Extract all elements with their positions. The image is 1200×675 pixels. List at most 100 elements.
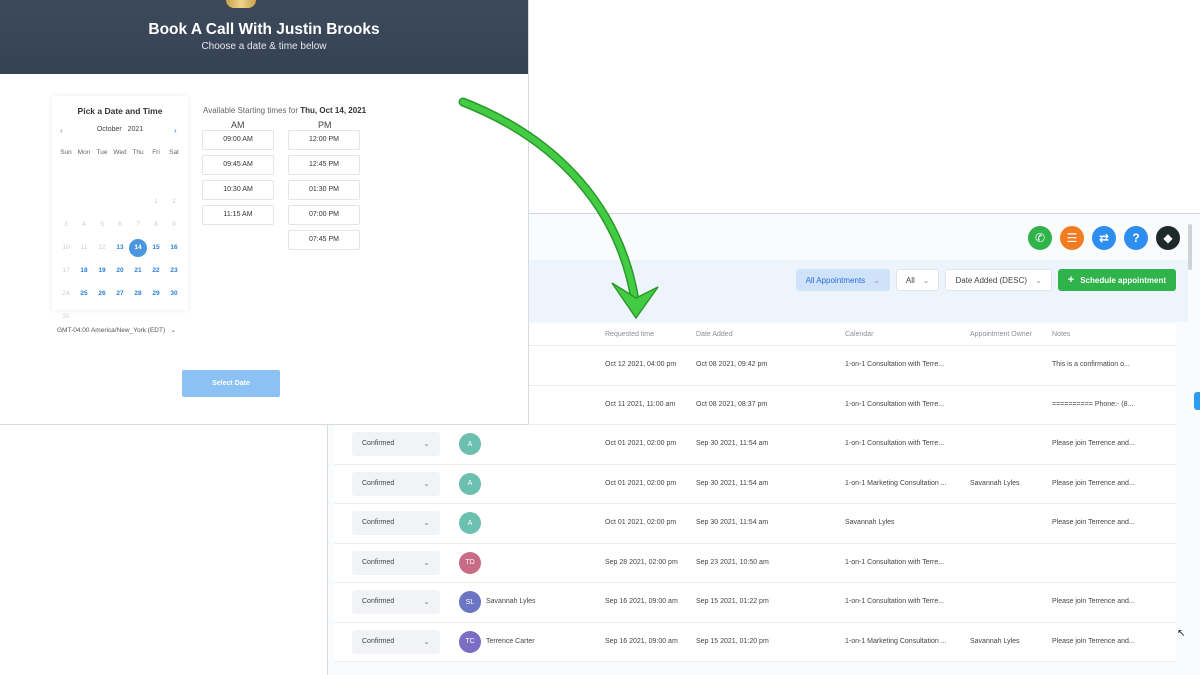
notes-cell: This is a confirmation o... — [1052, 361, 1130, 368]
chevron-down-icon: ⌄ — [922, 275, 930, 285]
pm-label: PM — [318, 120, 332, 130]
calendar-day[interactable]: 25 — [75, 285, 93, 303]
chevron-down-icon: ⌄ — [423, 597, 430, 606]
avatar: A — [459, 472, 481, 495]
calendar-day[interactable]: 30 — [165, 285, 183, 303]
time-slot-am[interactable]: 09:00 AM — [202, 130, 274, 150]
status-filter-value: All — [905, 275, 915, 285]
select-date-button[interactable]: Select Date — [182, 370, 280, 397]
date-added-cell: Oct 08 2021, 08:37 pm — [696, 400, 768, 408]
status-select[interactable]: Confirmed ⌄ — [352, 471, 440, 496]
time-slot-am[interactable]: 10:30 AM — [202, 180, 274, 200]
calendar-day: 2 — [172, 198, 176, 205]
time-slot-pm[interactable]: 07:45 PM — [288, 230, 360, 250]
calendar-day[interactable]: 14 — [129, 239, 147, 257]
weekday-label: Sat — [169, 149, 179, 156]
requested-time-cell: Sep 28 2021, 02:00 pm — [605, 558, 678, 566]
calendar-day[interactable]: 20 — [111, 262, 129, 280]
calendar-day[interactable]: 23 — [165, 262, 183, 280]
calendar-cell: Savannah Lyles — [845, 519, 895, 526]
status-select[interactable]: Confirmed ⌄ — [352, 432, 440, 456]
sort-select[interactable]: Date Added (DESC) ⌄ — [945, 269, 1052, 291]
date-added-cell: Oct 08 2021, 09:42 pm — [696, 361, 768, 368]
phone-icon[interactable]: ✆ — [1028, 226, 1052, 250]
list-icon[interactable]: ☰ — [1060, 226, 1084, 250]
column-header[interactable]: Date Added — [696, 331, 733, 338]
schedule-appointment-button[interactable]: + Schedule appointment — [1057, 269, 1176, 291]
calendar-day[interactable]: 27 — [111, 285, 129, 303]
requested-time-cell: Oct 01 2021, 02:00 pm — [605, 440, 677, 447]
calendar-day[interactable]: 22 — [147, 262, 165, 280]
status-select[interactable]: Confirmed ⌄ — [352, 511, 440, 535]
next-month-icon[interactable]: › — [174, 126, 177, 135]
status-select[interactable]: Confirmed ⌄ — [352, 629, 440, 654]
calendar-day: 3 — [64, 221, 68, 228]
booking-widget: Book A Call With Justin Brooks Choose a … — [0, 0, 528, 424]
vertical-scrollbar[interactable] — [1188, 224, 1192, 270]
brand-logo-icon[interactable]: ◆ — [1156, 226, 1180, 250]
time-slot-am[interactable]: 09:45 AM — [202, 155, 274, 175]
side-tab-handle[interactable] — [1194, 392, 1200, 410]
appointment-type-select[interactable]: All Appointments ⌄ — [795, 269, 890, 291]
table-row[interactable]: Confirmed ⌄ TC Terrence Carter Sep 16 2021, … — [334, 622, 1176, 662]
column-header[interactable]: Notes — [1052, 331, 1070, 338]
chevron-down-icon: ⌄ — [423, 557, 430, 567]
calendar-cell: 1-on-1 Consultation with Terre... — [845, 440, 945, 447]
table-row[interactable]: Confirmed ⌄ A Oct 01 2021, 02:00 pm Sep 30 2… — [334, 464, 1176, 504]
calendar-day: 7 — [136, 221, 140, 228]
status-filter-select[interactable]: All ⌄ — [895, 269, 940, 291]
calendar-cell: 1-on-1 Consultation with Terre... — [845, 598, 945, 605]
time-slot-pm[interactable]: 01:30 PM — [288, 180, 360, 200]
timezone-select[interactable]: GMT-04:00 America/New_York (EDT) ⌄ — [57, 326, 176, 334]
time-slot-pm[interactable]: 12:45 PM — [288, 155, 360, 175]
weekday-label: Tue — [96, 149, 108, 156]
contact-name[interactable]: Terrence Carter — [486, 638, 535, 645]
calendar-day[interactable]: 29 — [147, 285, 165, 303]
sort-value: Date Added (DESC) — [955, 275, 1028, 285]
weekday-label: Wed — [113, 149, 127, 156]
plus-icon: + — [1067, 274, 1075, 286]
status-select[interactable]: Confirmed ⌄ — [352, 550, 440, 575]
calendar-day[interactable]: 28 — [129, 285, 147, 303]
calendar-day[interactable]: 19 — [93, 262, 111, 280]
weekday-label: Thu — [132, 149, 144, 156]
table-row[interactable]: Confirmed ⌄ A Oct 01 2021, 02:00 pm Sep 30 2… — [334, 504, 1176, 544]
owner-cell: Savannah Lyles — [970, 479, 1020, 487]
help-icon[interactable]: ? — [1124, 226, 1148, 250]
calendar-day[interactable]: 18 — [75, 262, 93, 280]
table-row[interactable]: Confirmed ⌄ SL Savannah Lyles Sep 16 2021, 0… — [334, 583, 1176, 623]
status-value: Confirmed — [362, 479, 395, 487]
month-year-label: October 2021 — [52, 126, 188, 133]
time-slot-pm[interactable]: 07:00 PM — [288, 205, 360, 225]
table-row[interactable]: Confirmed ⌄ TD Sep 28 2021, 02:00 pm Sep 23 … — [334, 543, 1176, 583]
appointment-type-value: All Appointments — [805, 275, 866, 285]
avatar: TC — [459, 630, 481, 653]
status-select[interactable]: Confirmed ⌄ — [352, 590, 440, 614]
booking-title: Book A Call With Justin Brooks — [148, 21, 380, 38]
time-slot-am[interactable]: 11:15 AM — [202, 205, 274, 225]
calendar-day[interactable]: 13 — [111, 239, 129, 257]
calendar-day: 5 — [100, 221, 104, 228]
column-header[interactable]: Appointment Owner — [970, 331, 1032, 338]
available-prefix: Available Starting times for — [203, 106, 299, 115]
table-row[interactable]: Confirmed ⌄ A Oct 01 2021, 02:00 pm Sep 30 2… — [334, 425, 1176, 465]
calendar-day[interactable]: 15 — [147, 239, 165, 257]
time-slot-pm[interactable]: 12:00 PM — [288, 130, 360, 150]
requested-time-cell: Oct 12 2021, 04:00 pm — [605, 361, 677, 368]
status-value: Confirmed — [362, 558, 395, 566]
requested-time-cell: Sep 16 2021, 09:00 am — [605, 637, 678, 645]
calendar-day: 4 — [82, 221, 86, 228]
calendar-day[interactable]: 16 — [165, 239, 183, 257]
timezone-value: GMT-04:00 America/New_York (EDT) — [57, 327, 166, 334]
contact-name[interactable]: Savannah Lyles — [486, 598, 536, 605]
swap-icon[interactable]: ⇄ — [1092, 226, 1116, 250]
calendar-cell: 1-on-1 Consultation with Terre... — [845, 558, 945, 566]
date-added-cell: Sep 30 2021, 11:54 am — [696, 479, 769, 487]
column-header[interactable]: Calendar — [845, 331, 873, 338]
calendar-cell: 1-on-1 Consultation with Terre... — [845, 361, 945, 368]
column-header[interactable]: Requested time — [605, 331, 654, 338]
calendar-day[interactable]: 26 — [93, 285, 111, 303]
requested-time-cell: Sep 16 2021, 09:00 am — [605, 598, 678, 605]
calendar-day[interactable]: 21 — [129, 262, 147, 280]
available-times-heading: Available Starting times for Thu, Oct 14… — [203, 106, 366, 115]
